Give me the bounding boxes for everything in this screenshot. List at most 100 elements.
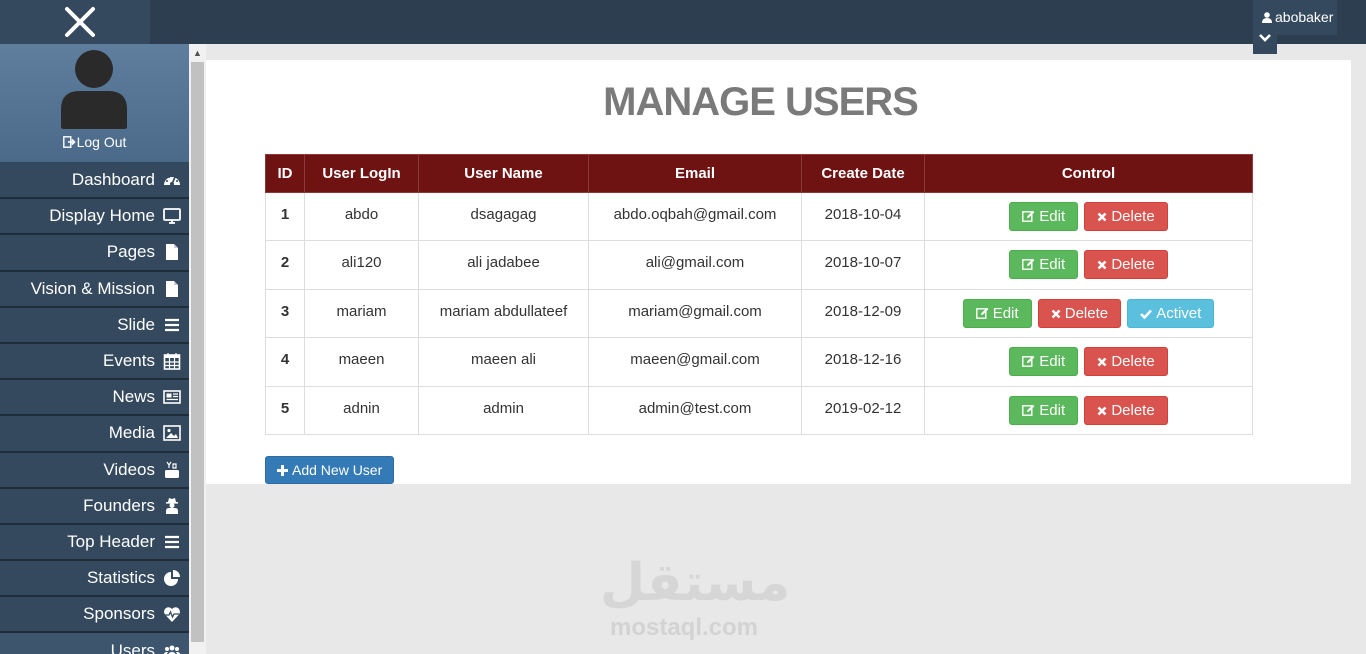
cell-id: 5 <box>265 385 305 435</box>
cell-control: Edit Delete Activet <box>924 288 1253 339</box>
delete-icon <box>1097 212 1107 222</box>
bars-icon <box>165 535 179 549</box>
sidebar-item-slide[interactable]: Slide <box>0 307 189 344</box>
user-secret-icon <box>166 497 178 514</box>
cell-id: 3 <box>265 288 305 339</box>
sidebar-item-label: Pages <box>106 242 155 262</box>
check-icon <box>1140 309 1153 320</box>
edit-label: Edit <box>1039 353 1066 371</box>
delete-button[interactable]: Delete <box>1084 347 1168 377</box>
sidebar-item-label: Sponsors <box>83 604 155 624</box>
sidebar-item-top-header[interactable]: Top Header <box>0 524 189 562</box>
edit-label: Edit <box>1039 208 1066 225</box>
sidebar-scrollbar[interactable]: ▲ <box>189 44 206 654</box>
user-icon <box>1262 12 1272 23</box>
monitor-icon <box>163 208 181 225</box>
scroll-up-arrow[interactable]: ▲ <box>193 48 202 58</box>
edit-button[interactable]: Edit <box>1009 395 1079 425</box>
page-title: MANAGE USERS <box>603 80 919 124</box>
cell-login: ali120 <box>304 240 419 290</box>
cell-login: adnin <box>304 385 419 435</box>
sidebar-item-vision-mission[interactable]: Vision & Mission <box>0 271 189 308</box>
table-row: 2 ali120 ali jadabee ali@gmail.com 2018-10-0… <box>265 240 1253 290</box>
edit-label: Edit <box>1039 401 1066 419</box>
sidebar-item-statistics[interactable]: Statistics <box>0 561 189 598</box>
avatar <box>61 50 127 129</box>
sidebar-item-label: Users <box>110 640 155 654</box>
add-user-label: Add New User <box>292 462 383 478</box>
cell-login: mariam <box>304 288 419 339</box>
edit-button[interactable]: Edit <box>1009 347 1079 377</box>
users-icon <box>163 645 181 654</box>
cell-email: abdo.oqbah@gmail.com <box>588 191 802 242</box>
user-menu-caret[interactable] <box>1253 29 1277 54</box>
cell-email: mariam@gmail.com <box>588 288 802 339</box>
sidebar-item-label: Videos <box>103 459 155 479</box>
edit-button[interactable]: Edit <box>1009 250 1079 280</box>
cell-create-date: 2018-10-04 <box>801 191 925 242</box>
cell-create-date: 2018-12-16 <box>801 337 925 387</box>
cell-email: admin@test.com <box>588 385 802 435</box>
table-row: 1 abdo dsagagag abdo.oqbah@gmail.com 2018-10… <box>265 191 1253 242</box>
sidebar-item-display-home[interactable]: Display Home <box>0 199 189 236</box>
sidebar-item-label: Top Header <box>67 531 155 551</box>
delete-button[interactable]: Delete <box>1084 202 1168 231</box>
cell-name: mariam abdullateef <box>418 288 589 339</box>
sidebar-item-media[interactable]: Media <box>0 416 189 453</box>
column-header: User LogIn <box>304 154 419 193</box>
delete-label: Delete <box>1111 401 1155 419</box>
edit-label: Edit <box>992 304 1019 322</box>
sidebar-item-label: Founders <box>83 495 155 515</box>
cell-control: Edit Delete <box>924 240 1253 290</box>
sidebar-item-sponsors[interactable]: Sponsors <box>0 597 189 634</box>
cell-name: maeen ali <box>418 337 589 387</box>
delete-icon <box>1097 260 1107 270</box>
edit-icon <box>975 307 989 319</box>
youtube-icon <box>165 461 179 478</box>
delete-icon <box>1051 309 1061 319</box>
profile-panel: Log Out <box>0 44 189 163</box>
cell-control: Edit Delete <box>924 191 1253 242</box>
sidebar-item-users[interactable]: Users <box>0 633 189 654</box>
logout-label: Log Out <box>76 134 127 150</box>
delete-label: Delete <box>1111 353 1155 371</box>
cell-id: 2 <box>265 240 305 290</box>
sidebar-item-label: Vision & Mission <box>30 278 155 298</box>
delete-button[interactable]: Delete <box>1084 250 1168 280</box>
sidebar-item-label: Media <box>108 423 155 443</box>
cell-create-date: 2019-02-12 <box>801 385 925 435</box>
close-icon <box>65 7 95 37</box>
cell-email: maeen@gmail.com <box>588 337 802 387</box>
sidebar-item-videos[interactable]: Videos <box>0 452 189 489</box>
logout-link[interactable]: Log Out <box>0 134 189 150</box>
newspaper-icon <box>163 390 181 405</box>
edit-button[interactable]: Edit <box>1009 202 1079 231</box>
column-header: Email <box>588 154 802 193</box>
sidebar-item-events[interactable]: Events <box>0 343 189 381</box>
add-user-button[interactable]: Add New User <box>265 456 395 484</box>
cell-login: maeen <box>304 337 419 387</box>
watermark-logo-latin: mostaql.com <box>609 614 759 641</box>
activate-button[interactable]: Activet <box>1127 298 1215 328</box>
sidebar-item-pages[interactable]: Pages <box>0 235 189 272</box>
sidebar-item-founders[interactable]: Founders <box>0 488 189 525</box>
sidebar-item-dashboard[interactable]: Dashboard <box>0 163 189 200</box>
column-header: Create Date <box>801 154 925 193</box>
delete-label: Delete <box>1111 208 1155 225</box>
calendar-icon <box>163 353 181 370</box>
column-header: Control <box>924 154 1253 193</box>
sidebar-item-label: Events <box>103 351 155 371</box>
sidebar-item-label: Dashboard <box>71 170 155 190</box>
file-icon <box>166 280 178 297</box>
scrollbar-thumb[interactable] <box>191 62 204 642</box>
sidebar-toggle-button[interactable] <box>0 0 150 44</box>
top-bar: abobaker <box>0 0 1366 54</box>
delete-button[interactable]: Delete <box>1084 395 1168 425</box>
sidebar-item-label: News <box>112 387 155 407</box>
delete-button[interactable]: Delete <box>1037 298 1122 328</box>
sidebar-item-label: Display Home <box>49 206 155 226</box>
edit-button[interactable]: Edit <box>962 298 1032 328</box>
sidebar-item-news[interactable]: News <box>0 380 189 417</box>
file-icon <box>166 244 178 261</box>
edit-label: Edit <box>1039 256 1066 274</box>
